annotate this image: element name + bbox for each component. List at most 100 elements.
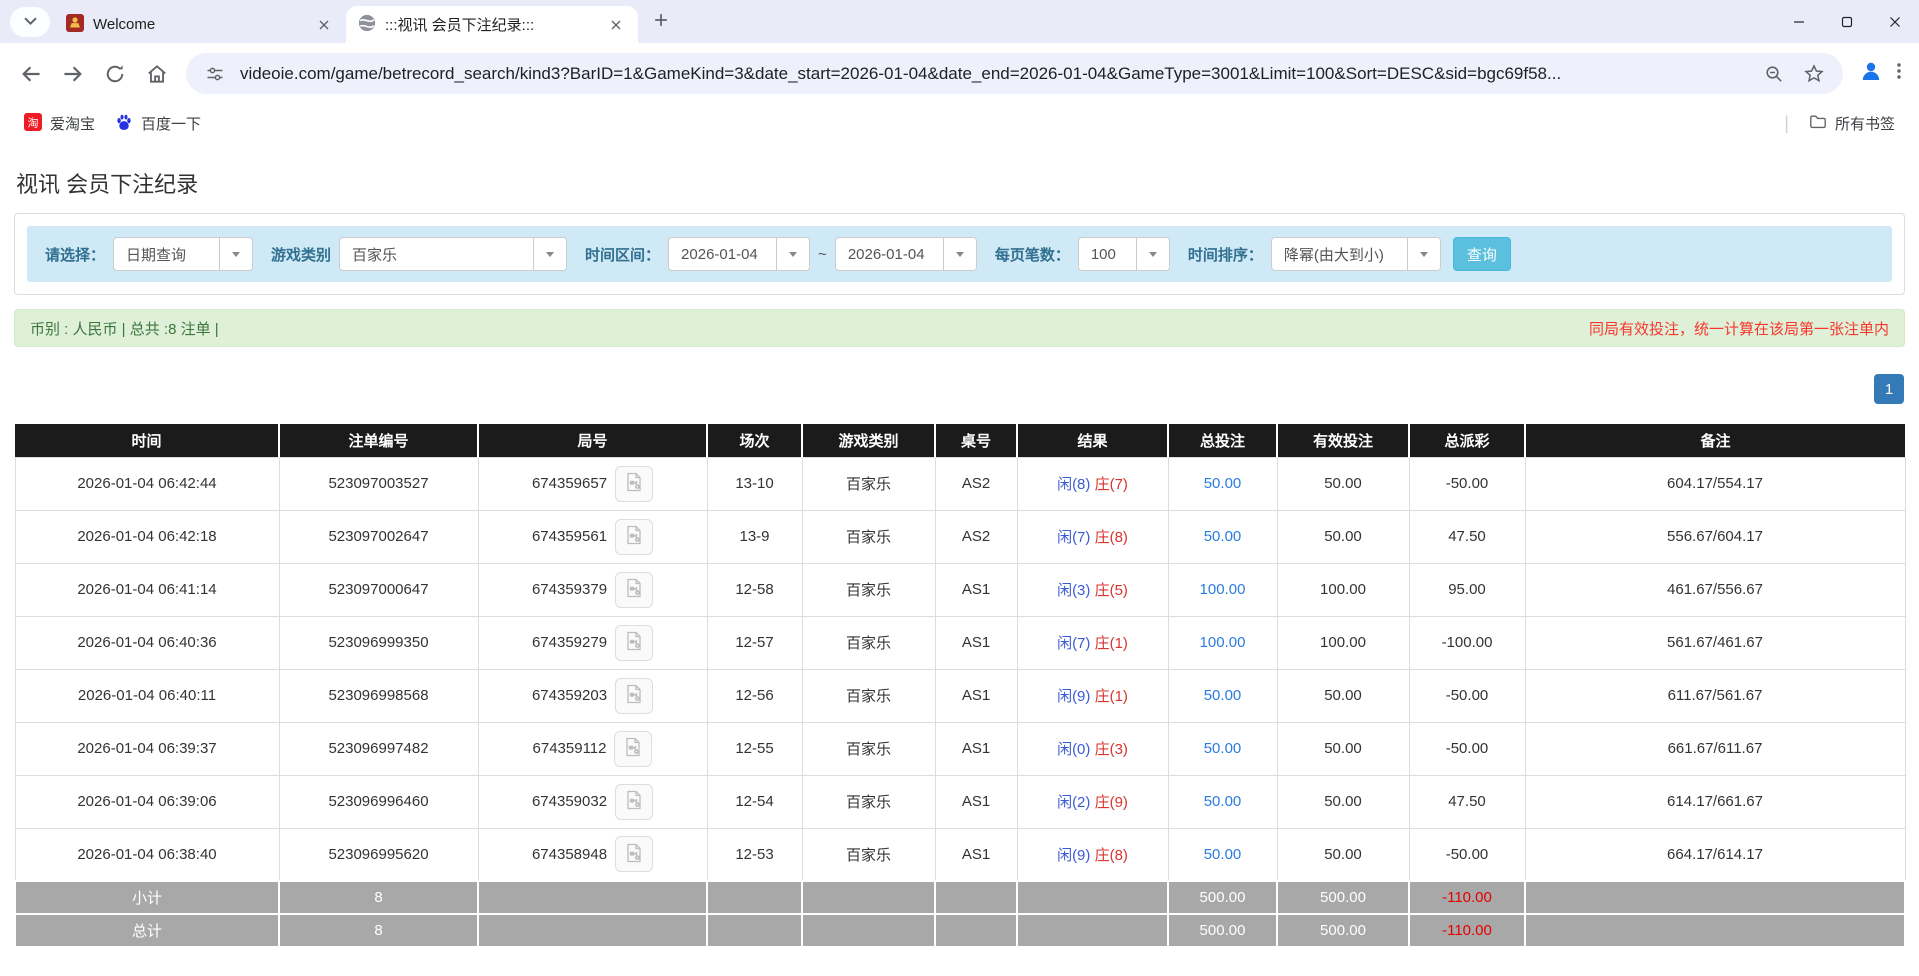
bookmark-baidu[interactable]: 百度一下 bbox=[105, 109, 211, 139]
forward-button[interactable] bbox=[52, 53, 94, 95]
tab-search-button[interactable] bbox=[10, 7, 50, 37]
cell-bet-no: 523096997482 bbox=[279, 722, 478, 775]
cell-round-no: 674359379 bbox=[478, 563, 707, 616]
table-row: 2026-01-04 06:41:14 523097000647 6743593… bbox=[15, 563, 1905, 616]
total-valid-bet: 500.00 bbox=[1277, 914, 1409, 947]
round-number: 674359279 bbox=[532, 634, 607, 651]
page-content: 视讯 会员下注纪录 请选择： 日期查询 游戏类别 百家乐 时间区间： 2026-… bbox=[0, 167, 1919, 948]
cell-table-no: AS1 bbox=[935, 616, 1017, 669]
tab-bet-records[interactable]: :::视讯 会员下注纪录::: bbox=[346, 6, 638, 43]
game-kind-select[interactable]: 百家乐 bbox=[339, 237, 567, 271]
cell-table-no: AS2 bbox=[935, 510, 1017, 563]
total-bet-link[interactable]: 50.00 bbox=[1204, 793, 1242, 810]
cell-payout: 47.50 bbox=[1409, 510, 1525, 563]
result-player: 闲(7) bbox=[1057, 635, 1090, 652]
col-remark: 备注 bbox=[1525, 424, 1905, 457]
date-end-value: 2026-01-04 bbox=[836, 238, 943, 270]
per-page-select[interactable]: 100 bbox=[1078, 237, 1170, 271]
cell-table-no: AS2 bbox=[935, 457, 1017, 510]
video-replay-button[interactable] bbox=[615, 678, 653, 714]
maximize-button[interactable] bbox=[1823, 0, 1871, 43]
cell-game-kind: 百家乐 bbox=[802, 775, 935, 828]
cell-bet-no: 523097000647 bbox=[279, 563, 478, 616]
page-number-button[interactable]: 1 bbox=[1874, 374, 1904, 404]
cell-total-bet: 50.00 bbox=[1168, 775, 1277, 828]
total-bet-link[interactable]: 50.00 bbox=[1204, 740, 1242, 757]
cell-payout: -50.00 bbox=[1409, 669, 1525, 722]
minimize-button[interactable] bbox=[1775, 0, 1823, 43]
new-tab-button[interactable] bbox=[644, 5, 678, 39]
date-start-select[interactable]: 2026-01-04 bbox=[668, 237, 810, 271]
menu-dots-icon[interactable] bbox=[1897, 62, 1901, 85]
bookmark-star-icon[interactable] bbox=[1799, 64, 1829, 84]
cell-result: 闲(2) 庄(9) bbox=[1017, 775, 1168, 828]
total-bet-link[interactable]: 50.00 bbox=[1204, 687, 1242, 704]
total-bet-link[interactable]: 50.00 bbox=[1204, 475, 1242, 492]
total-bet-link[interactable]: 100.00 bbox=[1200, 581, 1246, 598]
cell-time: 2026-01-04 06:38:40 bbox=[15, 828, 279, 881]
video-replay-button[interactable] bbox=[615, 784, 653, 820]
query-type-value: 日期查询 bbox=[114, 238, 219, 270]
col-time: 时间 bbox=[15, 424, 279, 457]
total-bet-link[interactable]: 50.00 bbox=[1204, 846, 1242, 863]
bookmark-aitaobao[interactable]: 淘 爱淘宝 bbox=[14, 109, 105, 139]
tab-close-icon[interactable] bbox=[314, 15, 334, 35]
all-bookmarks-button[interactable]: 所有书签 bbox=[1799, 109, 1905, 139]
page-title: 视讯 会员下注纪录 bbox=[16, 167, 1905, 199]
col-total-bet: 总投注 bbox=[1168, 424, 1277, 457]
cell-round-no: 674359657 bbox=[478, 457, 707, 510]
profile-avatar[interactable] bbox=[1859, 59, 1883, 88]
query-type-select[interactable]: 日期查询 bbox=[113, 237, 253, 271]
close-window-button[interactable] bbox=[1871, 0, 1919, 43]
tab-close-icon[interactable] bbox=[606, 15, 626, 35]
cell-valid-bet: 100.00 bbox=[1277, 616, 1409, 669]
cell-bet-no: 523096996460 bbox=[279, 775, 478, 828]
back-button[interactable] bbox=[10, 53, 52, 95]
home-button[interactable] bbox=[136, 53, 178, 95]
video-file-icon bbox=[624, 578, 644, 601]
table-row: 2026-01-04 06:40:36 523096999350 6743592… bbox=[15, 616, 1905, 669]
cell-time: 2026-01-04 06:39:06 bbox=[15, 775, 279, 828]
cell-total-bet: 100.00 bbox=[1168, 616, 1277, 669]
cell-time: 2026-01-04 06:41:14 bbox=[15, 563, 279, 616]
cell-remark: 664.17/614.17 bbox=[1525, 828, 1905, 881]
tab-welcome[interactable]: Welcome bbox=[54, 6, 346, 43]
cell-game-kind: 百家乐 bbox=[802, 669, 935, 722]
time-sort-select[interactable]: 降幂(由大到小) bbox=[1271, 237, 1441, 271]
total-bet-link[interactable]: 100.00 bbox=[1200, 634, 1246, 651]
result-player: 闲(0) bbox=[1057, 741, 1090, 758]
cell-valid-bet: 50.00 bbox=[1277, 457, 1409, 510]
cell-table-no: AS1 bbox=[935, 775, 1017, 828]
cell-total-bet: 50.00 bbox=[1168, 722, 1277, 775]
cell-game-kind: 百家乐 bbox=[802, 457, 935, 510]
table-header-row: 时间 注单编号 局号 场次 游戏类别 桌号 结果 总投注 有效投注 总派彩 备注 bbox=[15, 424, 1905, 457]
cell-round-no: 674359279 bbox=[478, 616, 707, 669]
browser-toolbar: videoie.com/game/betrecord_search/kind3?… bbox=[0, 43, 1919, 104]
all-bookmarks-label: 所有书签 bbox=[1835, 113, 1895, 134]
zoom-icon[interactable] bbox=[1759, 64, 1789, 84]
total-bet-link[interactable]: 50.00 bbox=[1204, 528, 1242, 545]
video-replay-button[interactable] bbox=[615, 572, 653, 608]
round-number: 674358948 bbox=[532, 846, 607, 863]
search-button[interactable]: 查询 bbox=[1453, 237, 1511, 271]
reload-button[interactable] bbox=[94, 53, 136, 95]
cell-round-no: 674359561 bbox=[478, 510, 707, 563]
video-replay-button[interactable] bbox=[615, 466, 653, 502]
total-total-bet: 500.00 bbox=[1168, 914, 1277, 947]
video-file-icon bbox=[623, 737, 643, 760]
toolbar-right bbox=[1851, 59, 1909, 88]
video-replay-button[interactable] bbox=[615, 836, 653, 872]
cell-payout: -50.00 bbox=[1409, 457, 1525, 510]
site-settings-icon[interactable] bbox=[200, 65, 230, 83]
video-replay-button[interactable] bbox=[614, 731, 652, 767]
cell-bet-no: 523097002647 bbox=[279, 510, 478, 563]
cell-bet-no: 523096995620 bbox=[279, 828, 478, 881]
video-replay-button[interactable] bbox=[615, 625, 653, 661]
result-banker: 庄(7) bbox=[1095, 476, 1128, 493]
col-valid-bet: 有效投注 bbox=[1277, 424, 1409, 457]
url-text[interactable]: videoie.com/game/betrecord_search/kind3?… bbox=[240, 64, 1749, 84]
date-end-select[interactable]: 2026-01-04 bbox=[835, 237, 977, 271]
cell-bet-no: 523096999350 bbox=[279, 616, 478, 669]
url-bar[interactable]: videoie.com/game/betrecord_search/kind3?… bbox=[186, 53, 1843, 94]
video-replay-button[interactable] bbox=[615, 519, 653, 555]
